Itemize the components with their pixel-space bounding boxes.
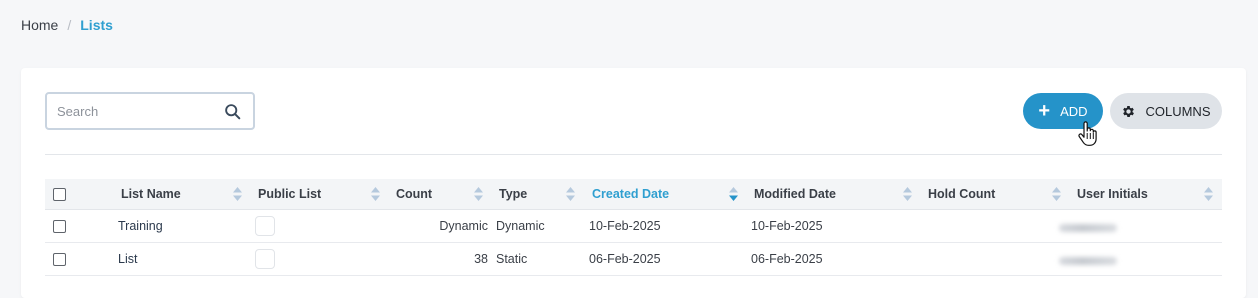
modified-date-cell: 10-Feb-2025 — [751, 219, 823, 233]
modified-date-cell: 06-Feb-2025 — [751, 252, 823, 266]
search-box[interactable] — [45, 92, 255, 130]
sort-icon[interactable] — [1051, 186, 1062, 202]
breadcrumb-current[interactable]: Lists — [80, 17, 113, 33]
public-list-indicator — [255, 216, 275, 236]
search-input[interactable] — [47, 94, 217, 128]
sort-icon[interactable] — [565, 186, 576, 202]
lists-table: List Name Public List Count Type Created… — [45, 179, 1222, 276]
divider — [45, 154, 1222, 155]
created-date-cell: 06-Feb-2025 — [589, 252, 661, 266]
type-cell: Dynamic — [496, 219, 545, 233]
sort-icon[interactable] — [902, 186, 913, 202]
created-date-cell: 10-Feb-2025 — [589, 219, 661, 233]
list-name-cell[interactable]: Training — [118, 210, 163, 242]
user-initials-redacted — [1059, 257, 1117, 265]
public-list-indicator — [255, 249, 275, 269]
breadcrumb: Home / Lists — [21, 17, 113, 33]
column-header-list-name[interactable]: List Name — [121, 179, 181, 209]
column-header-user-initials[interactable]: User Initials — [1077, 179, 1148, 209]
select-all-checkbox[interactable] — [53, 188, 66, 201]
gear-icon — [1123, 105, 1135, 117]
sort-icon[interactable] — [1203, 186, 1214, 202]
sort-icon[interactable] — [473, 186, 484, 202]
column-header-created-date[interactable]: Created Date — [592, 179, 669, 209]
table-header: List Name Public List Count Type Created… — [45, 179, 1222, 210]
column-header-type[interactable]: Type — [499, 179, 527, 209]
column-header-hold-count[interactable]: Hold Count — [928, 179, 995, 209]
list-name-cell[interactable]: List — [118, 243, 137, 275]
columns-button-label: COLUMNS — [1145, 103, 1211, 119]
user-initials-redacted — [1059, 224, 1117, 232]
column-header-modified-date[interactable]: Modified Date — [754, 179, 836, 209]
hand-cursor-icon — [1078, 121, 1097, 146]
breadcrumb-home[interactable]: Home — [21, 17, 58, 33]
column-header-public-list[interactable]: Public List — [258, 179, 321, 209]
search-icon[interactable] — [224, 103, 241, 120]
table-row[interactable]: List 38 Static 06-Feb-2025 06-Feb-2025 — [45, 243, 1222, 276]
type-cell: Static — [496, 252, 528, 266]
columns-button[interactable]: COLUMNS — [1110, 93, 1222, 129]
table-row[interactable]: Training Dynamic Dynamic 10-Feb-2025 10-… — [45, 210, 1222, 243]
breadcrumb-separator: / — [67, 17, 72, 33]
add-button-label: ADD — [1060, 103, 1088, 119]
row-checkbox[interactable] — [53, 220, 66, 233]
count-cell: Dynamic — [439, 219, 488, 233]
count-cell: 38 — [474, 252, 488, 266]
sort-icon[interactable] — [232, 186, 243, 202]
sort-descending-icon[interactable] — [728, 186, 739, 202]
column-header-count[interactable]: Count — [396, 179, 432, 209]
lists-card: + ADD COLUMNS List Name Public List Coun… — [21, 68, 1246, 298]
row-checkbox[interactable] — [53, 253, 66, 266]
sort-icon[interactable] — [370, 186, 381, 202]
plus-icon: + — [1038, 100, 1051, 122]
